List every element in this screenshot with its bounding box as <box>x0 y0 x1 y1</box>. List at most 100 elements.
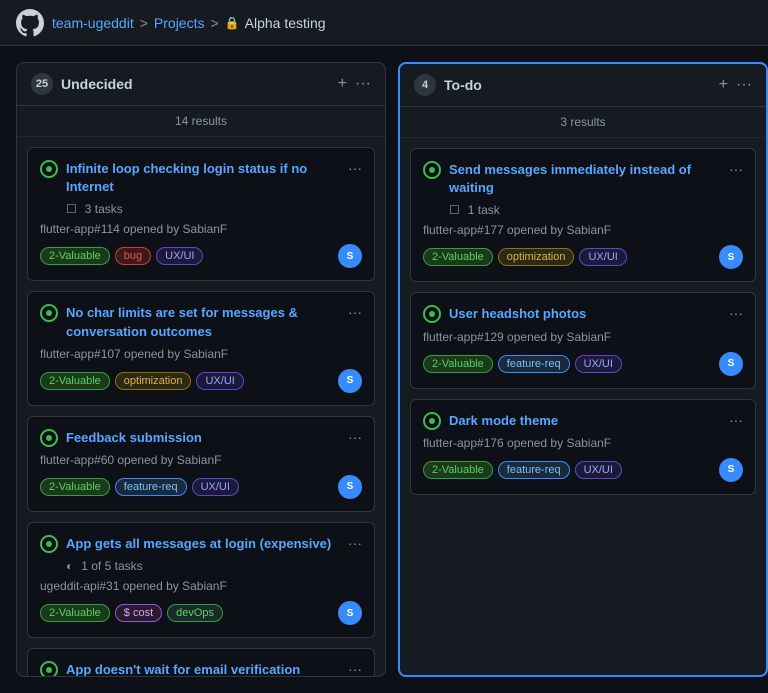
card-menu-button[interactable]: ··· <box>348 429 362 445</box>
card-footer: 2-Valuable$ costdevOpsS <box>40 601 362 625</box>
card-meta: flutter-app#60 opened by SabianF <box>40 453 362 467</box>
open-issue-icon <box>40 535 58 553</box>
app-header: team-ugeddit > Projects > 🔒 Alpha testin… <box>0 0 768 46</box>
card-meta: flutter-app#114 opened by SabianF <box>40 222 362 236</box>
card-labels: 2-ValuableoptimizationUX/UI <box>423 248 627 266</box>
card-labels: 2-Valuable$ costdevOps <box>40 604 223 622</box>
column-actions[interactable]: + ··· <box>719 76 752 94</box>
card-meta: flutter-app#107 opened by SabianF <box>40 347 362 361</box>
card-meta: flutter-app#177 opened by SabianF <box>423 223 743 237</box>
card-title: Send messages immediately instead of wai… <box>449 161 721 197</box>
column-title: To-do <box>444 77 711 93</box>
label: 2-Valuable <box>423 355 493 373</box>
label: 2-Valuable <box>423 248 493 266</box>
open-issue-icon <box>423 305 441 323</box>
card[interactable]: Infinite loop checking login status if n… <box>27 147 375 281</box>
projects-link[interactable]: Projects <box>154 15 205 31</box>
card[interactable]: Dark mode theme ··· flutter-app#176 opened… <box>410 399 756 495</box>
column-results: 14 results <box>17 106 385 137</box>
open-issue-icon <box>40 661 58 676</box>
label: feature-req <box>498 355 570 373</box>
card[interactable]: Feedback submission ··· flutter-app#60 ope… <box>27 416 375 512</box>
lock-icon: 🔒 <box>225 16 240 30</box>
github-logo <box>16 9 44 37</box>
label: 2-Valuable <box>40 247 110 265</box>
card[interactable]: App doesn't wait for email verification ·… <box>27 648 375 676</box>
card-menu-button[interactable]: ··· <box>348 304 362 320</box>
card[interactable]: Send messages immediately instead of wai… <box>410 148 756 282</box>
avatar: S <box>338 369 362 393</box>
column-cards: Infinite loop checking login status if n… <box>17 137 385 676</box>
add-card-button[interactable]: + <box>338 75 347 93</box>
card-header: No char limits are set for messages & co… <box>40 304 362 340</box>
column-count: 4 <box>414 74 436 96</box>
column-cards: Send messages immediately instead of wai… <box>400 138 766 675</box>
card[interactable]: No char limits are set for messages & co… <box>27 291 375 405</box>
card-footer: 2-Valuablefeature-reqUX/UI S <box>40 475 362 499</box>
column-todo: 4To-do+···3 resultsSend messages immedia… <box>398 62 768 677</box>
label: 2-Valuable <box>40 478 110 496</box>
add-card-button[interactable]: + <box>719 76 728 94</box>
card-tasks: ☐ 1 task <box>423 203 743 217</box>
column-undecided: 25Undecided+···14 resultsInfinite loop c… <box>16 62 386 677</box>
column-menu-button[interactable]: ··· <box>736 76 752 94</box>
label: UX/UI <box>156 247 203 265</box>
card-footer: 2-Valuable bug UX/UI S <box>40 244 362 268</box>
label: UX/UI <box>192 478 239 496</box>
label: feature-req <box>498 461 570 479</box>
current-project: 🔒 Alpha testing <box>225 15 326 31</box>
card[interactable]: App gets all messages at login (expensiv… <box>27 522 375 638</box>
open-issue-icon <box>40 304 58 322</box>
card-labels: 2-Valuable feature-req UX/UI <box>423 355 622 373</box>
label: 2-Valuable <box>40 372 110 390</box>
card-title: Feedback submission <box>66 429 340 447</box>
card-title: App doesn't wait for email verification <box>66 661 340 676</box>
sep2: > <box>210 15 218 31</box>
label: UX/UI <box>575 461 622 479</box>
card-menu-button[interactable]: ··· <box>729 412 743 428</box>
label: bug <box>115 247 151 265</box>
card-title: User headshot photos <box>449 305 721 323</box>
project-board: 25Undecided+···14 resultsInfinite loop c… <box>0 46 768 693</box>
card-title: No char limits are set for messages & co… <box>66 304 340 340</box>
avatar: S <box>338 244 362 268</box>
column-header: 25Undecided+··· <box>17 63 385 106</box>
label: optimization <box>115 372 192 390</box>
card-title: App gets all messages at login (expensiv… <box>66 535 340 553</box>
label: devOps <box>167 604 223 622</box>
column-menu-button[interactable]: ··· <box>355 75 371 93</box>
column-header: 4 To-do + ··· <box>400 64 766 107</box>
open-issue-icon <box>40 160 58 178</box>
open-issue-icon <box>423 412 441 430</box>
card-header: Infinite loop checking login status if n… <box>40 160 362 196</box>
avatar: S <box>719 458 743 482</box>
card-menu-button[interactable]: ··· <box>729 305 743 321</box>
card-header: App doesn't wait for email verification ·… <box>40 661 362 676</box>
label: $ cost <box>115 604 162 622</box>
card-tasks: ◐ 1 of 5 tasks <box>40 559 362 573</box>
label: 2-Valuable <box>423 461 493 479</box>
card-menu-button[interactable]: ··· <box>348 535 362 551</box>
card-header: App gets all messages at login (expensiv… <box>40 535 362 553</box>
card-menu-button[interactable]: ··· <box>348 661 362 676</box>
column-actions[interactable]: + ··· <box>338 75 371 93</box>
card-title: Dark mode theme <box>449 412 721 430</box>
org-link[interactable]: team-ugeddit <box>52 15 134 31</box>
open-issue-icon <box>40 429 58 447</box>
label: UX/UI <box>579 248 626 266</box>
card-meta: flutter-app#176 opened by SabianF <box>423 436 743 450</box>
card-labels: 2-Valuablefeature-reqUX/UI <box>40 478 239 496</box>
sep1: > <box>140 15 148 31</box>
card[interactable]: User headshot photos···flutter-app#129 o… <box>410 292 756 388</box>
card-header: User headshot photos ··· <box>423 305 743 323</box>
breadcrumb: team-ugeddit > Projects > 🔒 Alpha testin… <box>52 15 326 31</box>
label: UX/UI <box>575 355 622 373</box>
card-labels: 2-Valuable feature-req UX/UI <box>423 461 622 479</box>
task-icon: ◐ <box>66 559 73 573</box>
card-footer: 2-ValuableoptimizationUX/UIS <box>40 369 362 393</box>
card-menu-button[interactable]: ··· <box>729 161 743 177</box>
avatar: S <box>338 475 362 499</box>
avatar: S <box>719 245 743 269</box>
card-header: Dark mode theme ··· <box>423 412 743 430</box>
card-menu-button[interactable]: ··· <box>348 160 362 176</box>
